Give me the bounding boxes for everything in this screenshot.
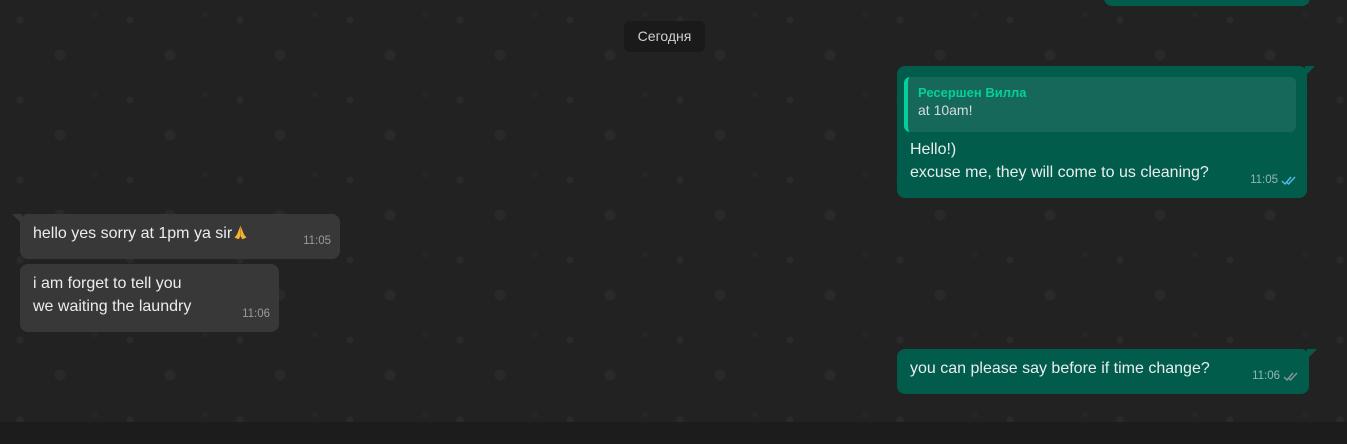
message-text-line: Hello!) [910,141,957,158]
message-time: 11:06 [242,308,270,320]
message-text-line: you can please say before if time change… [910,360,1210,377]
quoted-author: Ресершен Вилла [918,85,1027,100]
quoted-text: at 10am! [918,102,973,118]
message-bubble-outgoing[interactable]: you can please say before if time change… [897,349,1317,394]
double-check-icon [1281,176,1296,186]
message-time: 11:06 [1252,370,1280,382]
double-check-icon [1283,372,1298,382]
folded-hands-icon [234,225,247,240]
date-separator: Сегодня [624,21,705,52]
bubble-tail [1307,349,1317,359]
message-bubble-incoming[interactable]: i am forget to tell you we waiting the l… [20,264,279,332]
message-bubble-partial[interactable] [1104,0,1310,6]
message-time: 11:05 [1250,174,1278,186]
message-time: 11:05 [303,235,331,247]
bubble-tail [12,214,22,224]
message-text-line: hello yes sorry at 1pm ya sir [33,225,233,242]
composer-bar [0,422,1347,444]
message-text-line: excuse me, they will come to us cleaning… [910,164,1209,181]
message-text-line: i am forget to tell you [33,275,182,292]
chat-message-area[interactable]: Сегодня Ресершен Вилла at 10am! Hello!) … [0,0,1347,422]
message-text-line: we waiting the laundry [33,298,192,315]
message-bubble-outgoing[interactable]: Ресершен Вилла at 10am! Hello!) excuse m… [897,66,1315,198]
quoted-reply[interactable]: Ресершен Вилла at 10am! [904,77,1296,132]
message-bubble-incoming[interactable]: hello yes sorry at 1pm ya sir 11:05 [12,214,340,259]
bubble-tail [1305,66,1315,76]
